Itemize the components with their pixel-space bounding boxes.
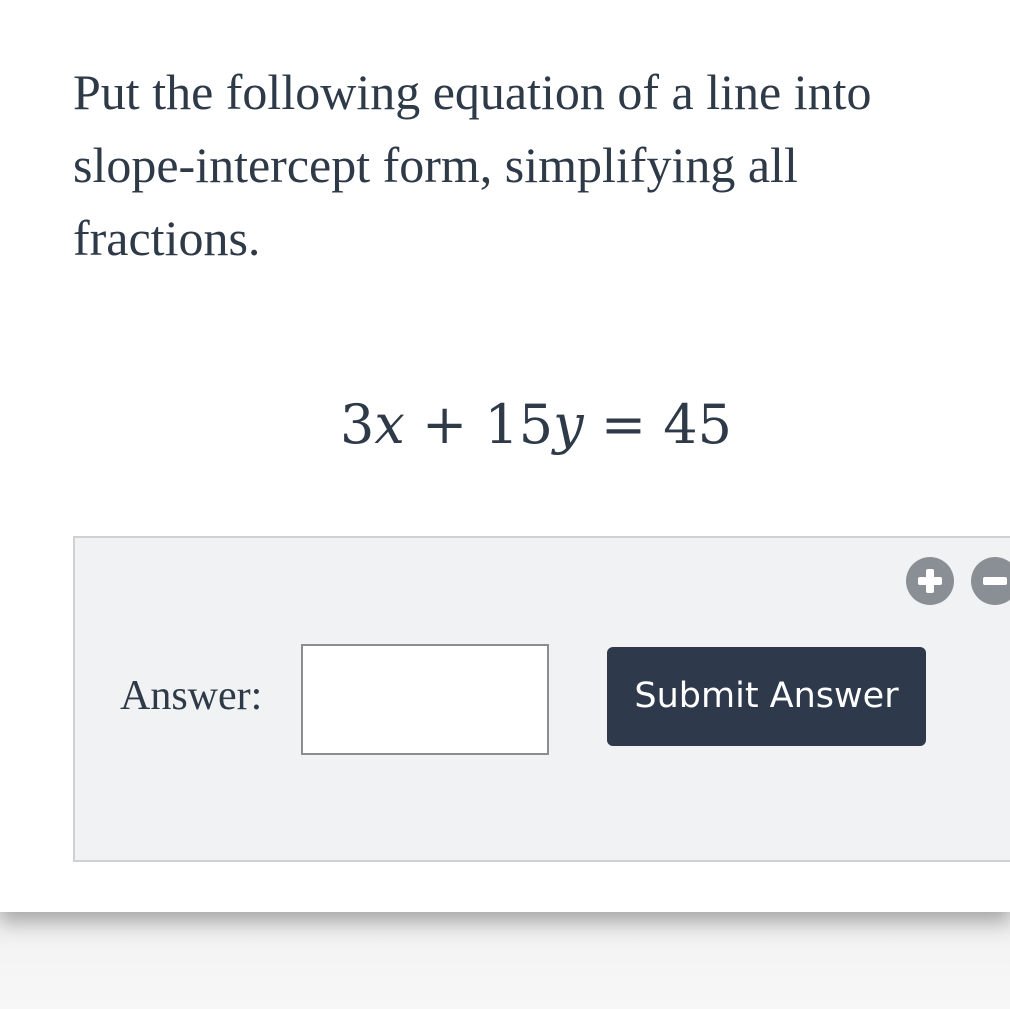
equation-coefficient-x: 3 [340,393,375,456]
equation-equals: = [600,393,647,456]
equation: 3x + 15y = 45 [0,388,1010,462]
submit-answer-button[interactable]: Submit Answer [607,647,926,746]
plus-circle-icon[interactable] [906,557,954,605]
equation-plus: + [422,393,468,456]
question-prompt: Put the following equation of a line int… [73,64,872,266]
answer-input[interactable] [301,644,549,755]
equation-rhs: 45 [663,393,732,456]
equation-variable-x: x [374,393,405,456]
answer-label: Answer: [120,673,263,719]
equation-coefficient-y: 15 [484,393,554,456]
equation-variable-y: y [553,393,584,456]
page-background [0,912,1010,1009]
